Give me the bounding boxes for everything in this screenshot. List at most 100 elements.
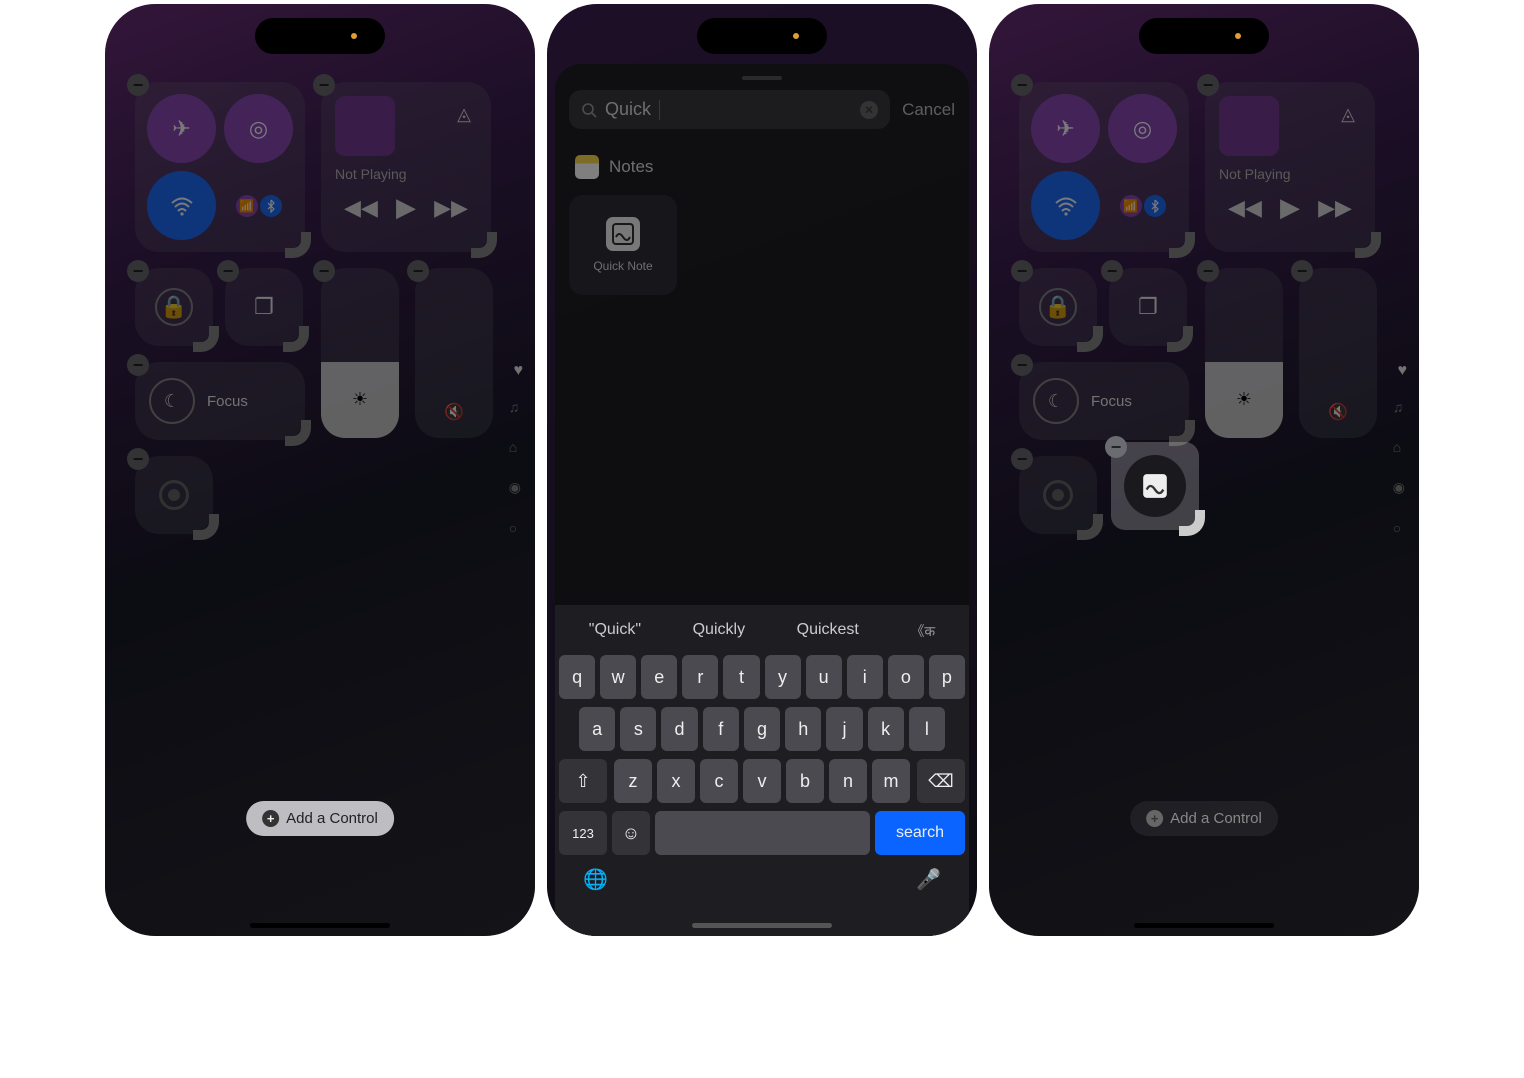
backspace-key[interactable]: ⌫ bbox=[917, 759, 965, 803]
resize-handle-icon[interactable] bbox=[1167, 326, 1193, 352]
remove-icon[interactable]: − bbox=[127, 448, 149, 470]
key-i[interactable]: i bbox=[847, 655, 883, 699]
screen-record-module[interactable]: − bbox=[135, 456, 213, 534]
airdrop-icon[interactable]: ◎ bbox=[1108, 94, 1177, 163]
focus-module[interactable]: − ☾ Focus bbox=[1019, 362, 1189, 440]
key-u[interactable]: u bbox=[806, 655, 842, 699]
remove-icon[interactable]: − bbox=[1101, 260, 1123, 282]
key-w[interactable]: w bbox=[600, 655, 636, 699]
resize-handle-icon[interactable] bbox=[1355, 232, 1381, 258]
suggestion[interactable]: 《क bbox=[910, 621, 935, 641]
orientation-lock-module[interactable]: − 🔒 bbox=[1019, 268, 1097, 346]
remove-icon[interactable]: − bbox=[313, 74, 335, 96]
key-f[interactable]: f bbox=[703, 707, 739, 751]
home-page-icon[interactable]: ⌂ bbox=[1393, 439, 1405, 455]
connectivity-page-icon[interactable]: ◉ bbox=[509, 479, 521, 496]
cellular-icon[interactable]: 📶 bbox=[236, 195, 258, 217]
remove-icon[interactable]: − bbox=[1197, 260, 1219, 282]
key-k[interactable]: k bbox=[868, 707, 904, 751]
key-s[interactable]: s bbox=[620, 707, 656, 751]
rewind-icon[interactable]: ◀◀ bbox=[1228, 195, 1262, 221]
key-a[interactable]: a bbox=[579, 707, 615, 751]
key-t[interactable]: t bbox=[723, 655, 759, 699]
add-control-button[interactable]: + Add a Control bbox=[1130, 801, 1278, 836]
search-input[interactable]: Quick ✕ bbox=[569, 90, 890, 129]
music-page-icon[interactable]: ♫ bbox=[509, 399, 521, 415]
forward-icon[interactable]: ▶▶ bbox=[1318, 195, 1352, 221]
music-page-icon[interactable]: ♫ bbox=[1393, 399, 1405, 415]
remove-icon[interactable]: − bbox=[1105, 436, 1127, 458]
connectivity-module[interactable]: − ✈ ◎ 📶 bbox=[1019, 82, 1189, 252]
key-d[interactable]: d bbox=[661, 707, 697, 751]
suggestion[interactable]: Quickly bbox=[693, 621, 745, 641]
screen-mirroring-module[interactable]: − ❐ bbox=[1109, 268, 1187, 346]
favorites-icon[interactable]: ♥ bbox=[1398, 362, 1408, 380]
suggestion[interactable]: "Quick" bbox=[589, 621, 641, 641]
forward-icon[interactable]: ▶▶ bbox=[434, 195, 468, 221]
home-indicator[interactable] bbox=[1134, 923, 1274, 928]
remove-icon[interactable]: − bbox=[1011, 260, 1033, 282]
key-y[interactable]: y bbox=[765, 655, 801, 699]
numbers-key[interactable]: 123 bbox=[559, 811, 607, 855]
remove-icon[interactable]: − bbox=[127, 74, 149, 96]
wifi-icon[interactable] bbox=[147, 171, 216, 240]
home-indicator[interactable] bbox=[692, 923, 832, 928]
resize-handle-icon[interactable] bbox=[285, 420, 311, 446]
screen-mirroring-module[interactable]: − ❐ bbox=[225, 268, 303, 346]
remove-icon[interactable]: − bbox=[127, 354, 149, 376]
airplay-icon[interactable]: ◬ bbox=[457, 104, 471, 125]
remove-icon[interactable]: − bbox=[127, 260, 149, 282]
airdrop-icon[interactable]: ◎ bbox=[224, 94, 293, 163]
connectivity-module[interactable]: − ✈ ◎ 📶 bbox=[135, 82, 305, 252]
media-module[interactable]: − ◬ Not Playing ◀◀ ▶ ▶▶ bbox=[1205, 82, 1375, 252]
key-x[interactable]: x bbox=[657, 759, 695, 803]
remove-icon[interactable]: − bbox=[1291, 260, 1313, 282]
resize-handle-icon[interactable] bbox=[1077, 514, 1103, 540]
remove-icon[interactable]: − bbox=[1197, 74, 1219, 96]
emoji-key[interactable]: ☺ bbox=[612, 811, 650, 855]
airplane-icon[interactable]: ✈ bbox=[147, 94, 216, 163]
brightness-module[interactable]: − ☀ bbox=[321, 268, 399, 438]
resize-handle-icon[interactable] bbox=[471, 232, 497, 258]
play-icon[interactable]: ▶ bbox=[396, 192, 416, 223]
space-key[interactable] bbox=[655, 811, 870, 855]
wifi-icon[interactable] bbox=[1031, 171, 1100, 240]
key-c[interactable]: c bbox=[700, 759, 738, 803]
key-l[interactable]: l bbox=[909, 707, 945, 751]
remove-icon[interactable]: − bbox=[217, 260, 239, 282]
home-indicator[interactable] bbox=[250, 923, 390, 928]
remove-icon[interactable]: − bbox=[1011, 448, 1033, 470]
globe-key[interactable]: 🌐 bbox=[583, 867, 608, 892]
resize-handle-icon[interactable] bbox=[283, 326, 309, 352]
add-control-button[interactable]: + Add a Control bbox=[246, 801, 394, 836]
bluetooth-icon[interactable] bbox=[260, 195, 282, 217]
favorites-icon[interactable]: ♥ bbox=[514, 362, 524, 380]
key-j[interactable]: j bbox=[826, 707, 862, 751]
resize-handle-icon[interactable] bbox=[1169, 232, 1195, 258]
focus-module[interactable]: − ☾ Focus bbox=[135, 362, 305, 440]
sheet-grabber[interactable] bbox=[742, 76, 782, 80]
media-module[interactable]: − ◬ Not Playing ◀◀ ▶ ▶▶ bbox=[321, 82, 491, 252]
clear-icon[interactable]: ✕ bbox=[860, 101, 878, 119]
cell-bt-cluster[interactable]: 📶 bbox=[1108, 171, 1177, 240]
extra-page-icon[interactable]: ○ bbox=[509, 520, 521, 536]
quick-note-result[interactable]: Quick Note bbox=[569, 195, 677, 295]
rewind-icon[interactable]: ◀◀ bbox=[344, 195, 378, 221]
key-e[interactable]: e bbox=[641, 655, 677, 699]
key-q[interactable]: q bbox=[559, 655, 595, 699]
shift-key[interactable]: ⇧ bbox=[559, 759, 607, 803]
bluetooth-icon[interactable] bbox=[1144, 195, 1166, 217]
home-page-icon[interactable]: ⌂ bbox=[509, 439, 521, 455]
brightness-module[interactable]: − ☀ bbox=[1205, 268, 1283, 438]
quick-note-module[interactable]: − bbox=[1111, 442, 1199, 530]
key-o[interactable]: o bbox=[888, 655, 924, 699]
resize-handle-icon[interactable] bbox=[193, 514, 219, 540]
play-icon[interactable]: ▶ bbox=[1280, 192, 1300, 223]
remove-icon[interactable]: − bbox=[1011, 354, 1033, 376]
volume-module[interactable]: − 🔇 bbox=[415, 268, 493, 438]
key-p[interactable]: p bbox=[929, 655, 965, 699]
key-g[interactable]: g bbox=[744, 707, 780, 751]
dictation-key[interactable]: 🎤 bbox=[916, 867, 941, 892]
cancel-button[interactable]: Cancel bbox=[902, 100, 955, 120]
resize-handle-icon[interactable] bbox=[285, 232, 311, 258]
